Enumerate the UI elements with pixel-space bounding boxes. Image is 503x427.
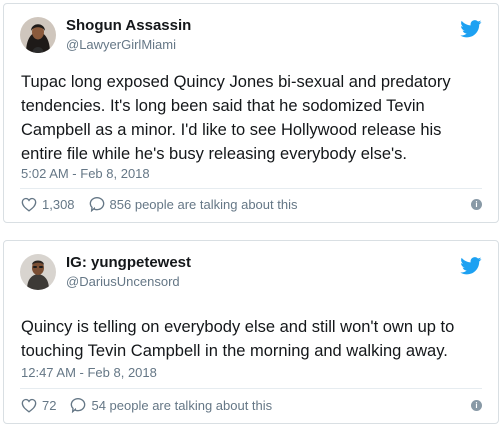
tweet-timestamp[interactable]: 5:02 AM - Feb 8, 2018 xyxy=(21,166,150,181)
like-action[interactable]: 1,308 xyxy=(21,197,75,212)
display-name[interactable]: Shogun Assassin xyxy=(66,17,191,34)
user-handle[interactable]: @DariusUncensord xyxy=(66,274,180,289)
heart-icon xyxy=(21,398,37,413)
reply-count-label: 856 people are talking about this xyxy=(109,196,298,212)
divider xyxy=(20,188,482,189)
tweet-text: Quincy is telling on everybody else and … xyxy=(21,318,455,360)
reply-action[interactable]: 54 people are talking about this xyxy=(70,397,272,413)
display-name[interactable]: IG: yungpetewest xyxy=(66,254,191,271)
tweet-timestamp[interactable]: 12:47 AM - Feb 8, 2018 xyxy=(21,365,157,380)
reply-count-label: 54 people are talking about this xyxy=(91,397,273,413)
tweet-card[interactable]: IG: yungpetewest @DariusUncensord Quincy… xyxy=(3,240,499,424)
like-count: 1,308 xyxy=(42,196,75,212)
avatar[interactable] xyxy=(20,254,56,290)
avatar[interactable] xyxy=(20,17,56,53)
info-icon[interactable]: i xyxy=(471,400,482,411)
user-handle[interactable]: @LawyerGirlMiami xyxy=(66,37,176,52)
heart-icon xyxy=(21,197,37,212)
tweet-card[interactable]: Shogun Assassin @LawyerGirlMiami Tupac l… xyxy=(3,3,499,223)
reply-bubble-icon xyxy=(71,397,86,413)
twitter-bird-icon[interactable] xyxy=(460,20,482,38)
like-count: 72 xyxy=(42,397,57,413)
tweet-actions: 1,308 856 people are talking about this xyxy=(21,194,482,214)
like-action[interactable]: 72 xyxy=(21,398,56,413)
info-icon[interactable]: i xyxy=(471,199,482,210)
tweet-text: Tupac long exposed Quincy Jones bi-sexua… xyxy=(21,73,451,163)
twitter-bird-icon[interactable] xyxy=(460,257,482,275)
tweet-actions: 72 54 people are talking about this xyxy=(21,395,482,415)
reply-bubble-icon xyxy=(89,196,104,212)
divider xyxy=(20,388,482,389)
reply-action[interactable]: 856 people are talking about this xyxy=(89,196,298,212)
